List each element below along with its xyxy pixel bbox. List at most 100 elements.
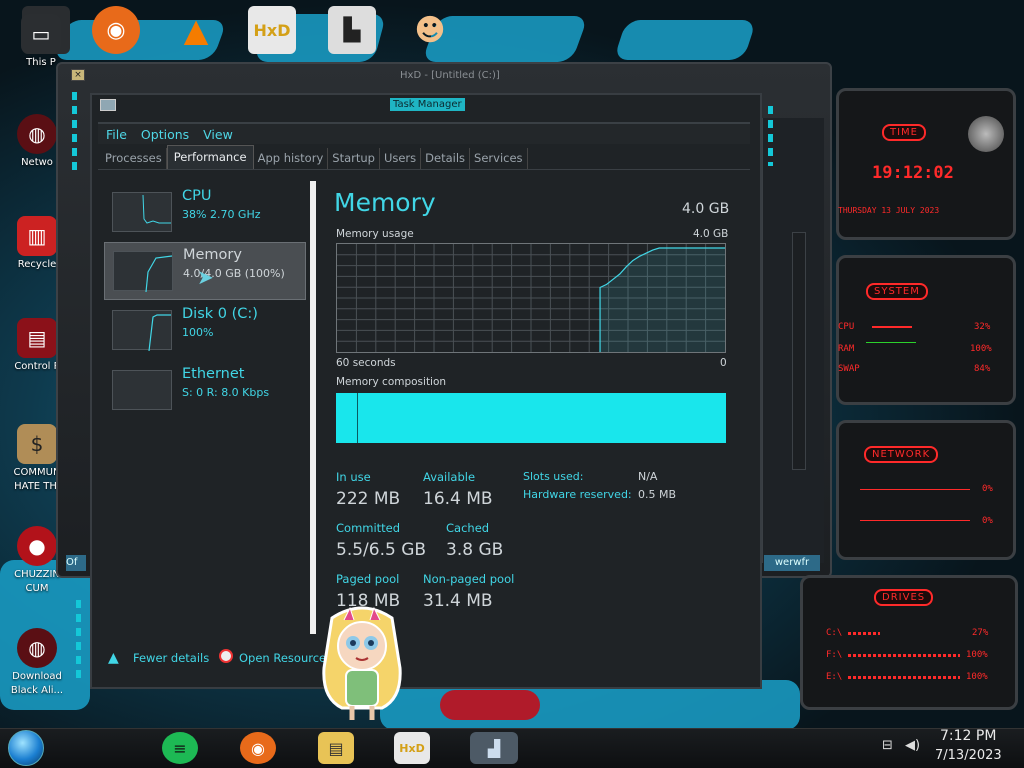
- network-icon: ◍: [17, 114, 57, 154]
- vlc-icon[interactable]: ▲: [172, 6, 220, 54]
- menu-view[interactable]: View: [203, 127, 233, 142]
- volume-tray-icon[interactable]: ◀): [905, 738, 920, 753]
- task-manager-title: Task Manager: [390, 98, 465, 111]
- hardware-reserved-label: Hardware reserved:: [523, 488, 632, 501]
- memory-thumbnail-graph: [113, 251, 173, 293]
- tab-app-history[interactable]: App history: [254, 148, 329, 169]
- stat-in-use-label: In use: [336, 470, 371, 484]
- resource-name: CPU: [182, 188, 212, 204]
- system-ram-label: RAM: [838, 344, 855, 354]
- resource-name: Ethernet: [182, 366, 245, 382]
- firefox-icon[interactable]: ◉: [92, 6, 140, 54]
- drive-f-label: F:\: [826, 650, 843, 660]
- menu-bar: File Options View: [98, 122, 750, 144]
- composition-divider: [357, 393, 358, 443]
- recycle-bin-icon: ▥: [17, 216, 57, 256]
- memory-detail-title: Memory: [334, 188, 436, 217]
- chevron-up-icon[interactable]: ▲: [108, 650, 119, 666]
- stat-committed-value: 5.5/6.5 GB: [336, 540, 427, 560]
- network-up-value: 0%: [982, 484, 993, 494]
- taskbar-spotify-icon[interactable]: ≡: [162, 732, 198, 764]
- hxd-status-field: werwfr: [764, 555, 820, 571]
- taskbar-hxd-icon[interactable]: HxD: [394, 732, 430, 764]
- graph-time-right: 0: [720, 357, 727, 369]
- memory-usage-max: 4.0 GB: [693, 228, 729, 240]
- wallpaper-shape: [440, 690, 540, 720]
- system-ram-value: 100%: [970, 344, 992, 354]
- system-swap-value: 84%: [974, 364, 991, 374]
- taskbar-task-manager-icon[interactable]: ▟: [470, 732, 518, 764]
- tab-details[interactable]: Details: [421, 148, 471, 169]
- doctor-icon[interactable]: ☻: [406, 6, 454, 54]
- network-down-line: [860, 520, 970, 521]
- task-manager-icon: [100, 99, 116, 111]
- pane-divider[interactable]: [310, 181, 316, 634]
- memory-total: 4.0 GB: [682, 201, 730, 217]
- desktop-icon-label: Download Black Ali...: [10, 671, 64, 696]
- hxd-close-icon[interactable]: ×: [71, 69, 85, 81]
- resource-item-ethernet[interactable]: Ethernet S: 0 R: 8.0 Kbps: [104, 362, 306, 420]
- app-icon-editor[interactable]: ▙: [328, 6, 376, 54]
- money-bag-icon: $: [17, 424, 57, 464]
- hxd-status-left: Of: [66, 555, 86, 571]
- stat-in-use-value: 222 MB: [336, 489, 401, 509]
- drive-f-bar: [848, 654, 960, 657]
- hxd-icon[interactable]: HxD: [248, 6, 296, 54]
- memory-composition-label: Memory composition: [336, 376, 447, 388]
- desktop-icon-download[interactable]: ◍ Download Black Ali...: [6, 628, 68, 698]
- computer-icon: ▭: [21, 14, 61, 54]
- tab-services[interactable]: Services: [470, 148, 528, 169]
- accent-bar: [72, 92, 77, 172]
- resource-sub: 38% 2.70 GHz: [182, 208, 261, 221]
- stat-cached-value: 3.8 GB: [446, 540, 504, 560]
- resource-name: Disk 0 (C:): [182, 306, 258, 322]
- scrollbar[interactable]: [792, 232, 806, 470]
- tab-startup[interactable]: Startup: [328, 148, 380, 169]
- tab-processes[interactable]: Processes: [101, 148, 167, 169]
- stat-available-label: Available: [423, 470, 476, 484]
- system-cpu-label: CPU: [838, 322, 855, 332]
- taskbar-clock-date[interactable]: 7/13/2023: [935, 748, 1002, 763]
- taskbar-clock-time[interactable]: 7:12 PM: [940, 728, 996, 744]
- character-sticker: [322, 606, 402, 720]
- memory-usage-area: [600, 248, 725, 352]
- resource-sub: 100%: [182, 326, 214, 339]
- resource-item-disk[interactable]: Disk 0 (C:) 100%: [104, 302, 306, 360]
- drive-e-bar: [848, 676, 960, 679]
- accent-bar: [76, 600, 81, 680]
- system-cpu-value: 32%: [974, 322, 991, 332]
- resource-item-cpu[interactable]: CPU 38% 2.70 GHz: [104, 184, 306, 242]
- menu-options[interactable]: Options: [141, 127, 189, 142]
- stat-committed-label: Committed: [336, 521, 401, 535]
- memory-composition-bar: [336, 393, 726, 443]
- tab-users[interactable]: Users: [380, 148, 422, 169]
- menu-file[interactable]: File: [106, 127, 127, 142]
- resource-item-memory[interactable]: Memory 4.0/4.0 GB (100%) ➤: [104, 242, 306, 300]
- fewer-details-link[interactable]: Fewer details: [133, 651, 209, 665]
- ram-line: [866, 342, 916, 343]
- alien-head-icon: [968, 116, 1004, 152]
- resource-name: Memory: [183, 247, 242, 263]
- drive-e-label: E:\: [826, 672, 843, 682]
- taskbar-explorer-icon[interactable]: ▤: [318, 732, 354, 764]
- ethernet-thumbnail-graph: [112, 370, 172, 410]
- tab-performance[interactable]: Performance: [166, 145, 254, 169]
- memory-usage-label: Memory usage: [336, 228, 414, 240]
- stat-cached-label: Cached: [446, 521, 490, 535]
- graph-time-left: 60 seconds: [336, 357, 396, 369]
- stat-nonpaged-value: 31.4 MB: [423, 591, 493, 611]
- system-gadget-title: SYSTEM: [866, 283, 928, 300]
- stat-paged-label: Paged pool: [336, 572, 400, 586]
- stat-nonpaged-label: Non-paged pool: [423, 572, 515, 586]
- resource-monitor-icon: [219, 649, 233, 663]
- taskbar-firefox-icon[interactable]: ◉: [240, 732, 276, 764]
- memory-usage-graph: [336, 243, 726, 353]
- accent-bar: [768, 106, 773, 166]
- control-panel-icon: ▤: [17, 318, 57, 358]
- start-button[interactable]: [8, 730, 44, 766]
- alien-icon: ◍: [17, 628, 57, 668]
- network-tray-icon[interactable]: ⊟: [882, 738, 893, 753]
- resource-sub: S: 0 R: 8.0 Kbps: [182, 386, 270, 399]
- tab-bar: Processes Performance App history Startu…: [98, 145, 750, 170]
- drive-c-label: C:\: [826, 628, 843, 638]
